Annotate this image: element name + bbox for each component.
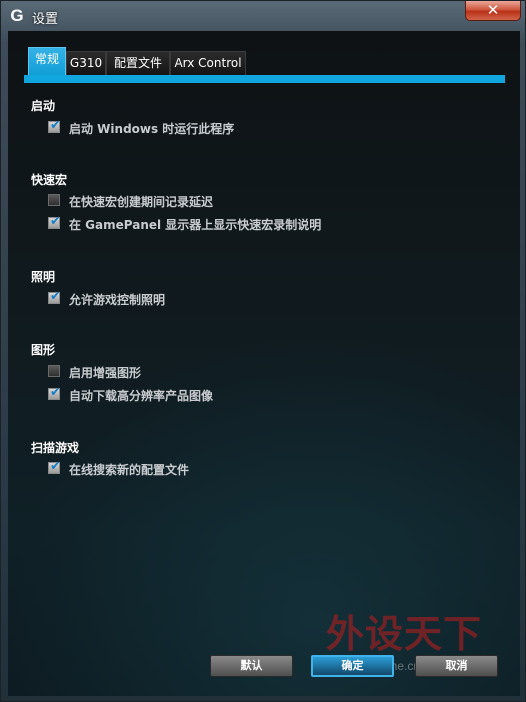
close-button[interactable]: ✕ [465,1,521,21]
option-label: 启用增强图形 [69,366,142,380]
watermark: 外设天下 [326,611,483,656]
section-lighting-title: 照明 [31,270,56,284]
option-label: 允许游戏控制照明 [69,293,166,307]
checkbox[interactable]: ✔ [48,214,61,229]
tab-g310[interactable]: G310 [66,51,106,75]
check-icon: ✔ [50,459,61,474]
option-label: 在快速宏创建期间记录延迟 [69,195,214,209]
check-icon: ✔ [50,385,61,400]
tab-arx-control[interactable]: Arx Control [170,51,246,75]
checkbox[interactable] [48,365,60,377]
checkbox[interactable]: ✔ [48,385,61,400]
tab-strip [24,75,505,83]
tab-profiles[interactable]: 配置文件 [106,51,170,75]
option-label: 在 GamePanel 显示器上显示快速宏录制说明 [69,218,322,232]
checkbox[interactable]: ✔ [48,459,61,474]
ok-button[interactable]: 确定 [311,655,394,677]
logitech-g-icon: G [10,6,24,25]
section-macro-title: 快速宏 [31,173,68,187]
option-label: 在线搜索新的配置文件 [69,463,190,477]
section-startup-title: 启动 [31,99,56,113]
client-area: 常规 G310 配置文件 Arx Control 启动 ✔ 启动 Windows… [8,31,520,696]
default-button[interactable]: 默认 [210,655,293,677]
check-icon: ✔ [50,289,61,304]
tab-general[interactable]: 常规 [28,47,66,75]
option-label: 自动下载高分辨率产品图像 [69,389,214,403]
check-icon: ✔ [50,118,61,133]
section-graphics-title: 图形 [31,343,56,357]
close-icon: ✕ [486,1,500,19]
option-label: 启动 Windows 时运行此程序 [69,122,235,136]
title-bar[interactable]: G 设置 ✕ [1,1,526,31]
section-scan-title: 扫描游戏 [31,441,80,455]
check-icon: ✔ [50,214,61,229]
checkbox[interactable]: ✔ [48,289,61,304]
cancel-button[interactable]: 取消 [415,655,498,677]
settings-window: G 设置 ✕ 常规 G310 配置文件 Arx Control 启动 ✔ 启动 … [0,0,526,702]
window-title: 设置 [32,12,59,27]
checkbox[interactable]: ✔ [48,118,61,133]
checkbox[interactable] [48,194,60,206]
